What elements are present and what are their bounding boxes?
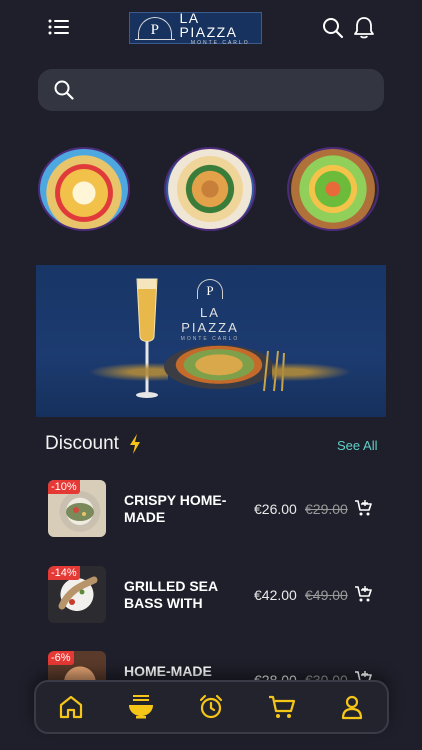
add-to-cart-icon[interactable] bbox=[354, 499, 372, 517]
search-bar[interactable] bbox=[38, 69, 384, 111]
gold-ornament-right bbox=[272, 361, 362, 383]
item-thumbnail: -14% bbox=[48, 566, 106, 623]
see-all-link[interactable]: See All bbox=[337, 438, 377, 453]
home-icon[interactable] bbox=[56, 692, 86, 722]
item-name: CRISPY HOME-MADE VEGETA... bbox=[124, 492, 227, 525]
promo-banner[interactable]: P LA PIAZZA MONTE CARLO bbox=[36, 265, 386, 417]
bottom-nav bbox=[34, 680, 389, 734]
category-crepe-dessert[interactable] bbox=[38, 147, 130, 231]
user-icon[interactable] bbox=[337, 692, 367, 722]
item-name: GRILLED SEA BASS WITH VE... bbox=[124, 578, 218, 611]
search-icon bbox=[54, 80, 74, 100]
discount-badge: -14% bbox=[48, 566, 80, 580]
logo-mark: P bbox=[135, 17, 174, 40]
banner-logo: P LA PIAZZA MONTE CARLO bbox=[170, 279, 250, 342]
banner-logo-subtitle: MONTE CARLO bbox=[180, 336, 240, 342]
discount-badge: -6% bbox=[48, 651, 74, 665]
list-item[interactable]: -14% GRILLED SEA BASS WITH VE... €42.00 … bbox=[0, 566, 422, 626]
category-salad-bowl[interactable] bbox=[287, 147, 379, 231]
list-item[interactable]: -10% CRISPY HOME-MADE VEGETA... €26.00 €… bbox=[0, 480, 422, 540]
menu-icon[interactable] bbox=[48, 18, 70, 36]
add-to-cart-icon[interactable] bbox=[354, 585, 372, 603]
search-icon[interactable] bbox=[322, 17, 344, 39]
logo-subtitle: MONTE CARLO bbox=[190, 39, 250, 46]
item-old-price: €29.00 bbox=[305, 501, 348, 517]
banner-logo-name: LA PIAZZA bbox=[181, 305, 239, 335]
banner-logo-mark: P bbox=[197, 279, 223, 299]
cart-icon[interactable] bbox=[267, 692, 297, 722]
alarm-icon[interactable] bbox=[196, 692, 226, 722]
bell-icon[interactable] bbox=[353, 16, 375, 40]
logo-name: LA PIAZZA bbox=[179, 9, 238, 40]
item-thumbnail: -10% bbox=[48, 480, 106, 537]
app-logo[interactable]: P LA PIAZZA MONTE CARLO bbox=[129, 9, 262, 46]
category-thali-bowl[interactable] bbox=[164, 147, 256, 231]
item-price: €26.00 bbox=[254, 501, 297, 517]
top-bar: P LA PIAZZA MONTE CARLO bbox=[0, 0, 422, 56]
item-old-price: €49.00 bbox=[305, 587, 348, 603]
dish-plate-image bbox=[164, 345, 274, 389]
search-input[interactable] bbox=[86, 77, 366, 103]
lightning-icon bbox=[129, 434, 141, 454]
bowl-icon[interactable] bbox=[126, 692, 156, 722]
item-price: €42.00 bbox=[254, 587, 297, 603]
discount-section-title: Discount bbox=[45, 433, 141, 455]
discount-badge: -10% bbox=[48, 480, 80, 494]
discount-title-text: Discount bbox=[45, 433, 119, 454]
gold-ornament-left bbox=[78, 361, 168, 383]
